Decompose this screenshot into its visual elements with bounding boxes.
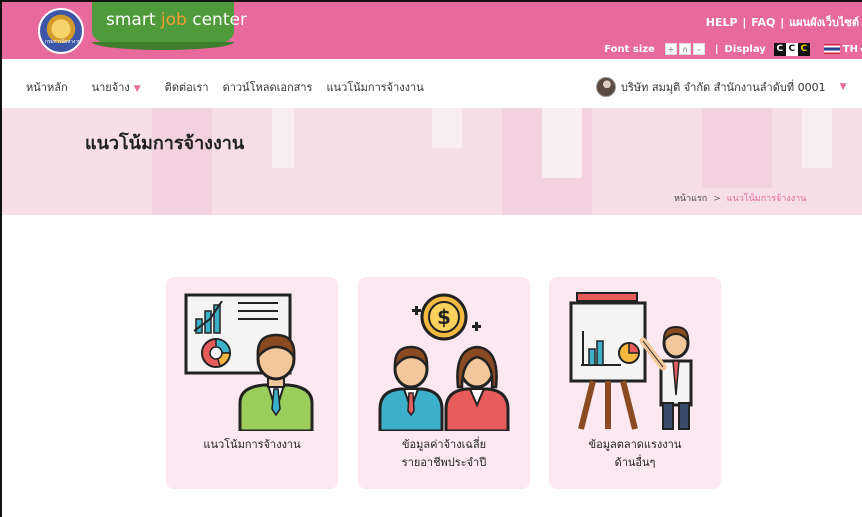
card-average-wage[interactable]: $ ข้อมูลค่าจ้างเฉลี่ย รายอาชีพประจำปี [358,277,530,489]
faq-link[interactable]: FAQ [751,16,775,29]
nav-item-employer-label: นายจ้าง [91,81,130,94]
wage-coin-people-icon: $ [378,293,510,431]
svg-text:$: $ [437,305,451,329]
thai-flag-icon[interactable] [823,44,840,54]
breadcrumb-current: แนวโน้มการจ้างงาน [726,194,807,204]
seal-text: กรมการจัดหางาน [45,39,81,45]
nav-item-trend[interactable]: แนวโน้มการจ้างงาน [326,78,423,96]
font-size-label: Font size [604,43,655,55]
user-name: บริษัท สมมุติ จำกัด สำนักงานลำดับที่ 000… [621,81,826,94]
card-label: แนวโน้มการจ้างงาน [203,438,301,451]
page-title: แนวโน้มการจ้างงาน [85,133,245,154]
top-header: กรมการจัดหางาน smart job center HELP | F… [2,2,862,59]
card-label: ข้อมูลค่าจ้างเฉลี่ย [401,438,487,451]
display-normal-button[interactable]: C [773,42,786,56]
presenter-easel-icon [569,292,693,430]
user-menu[interactable]: บริษัท สมมุติ จำกัด สำนักงานลำดับที่ 000… [596,77,847,97]
main-nav: หน้าหลัก นายจ้าง ▼ ติดต่อเรา ดาวน์โหลดเอก… [2,67,862,107]
brand-logo[interactable]: smart job center [92,2,247,50]
language-selector[interactable]: TH [843,44,858,55]
card-label-line2: ด้านอื่นๆ [614,456,656,469]
card-labor-market[interactable]: ข้อมูลตลาดแรงงาน ด้านอื่นๆ [549,277,721,489]
brand-job: job [160,10,187,30]
brand-prefix: smart [106,10,156,30]
font-size-normal-button[interactable]: ก [678,43,691,55]
help-link[interactable]: HELP [706,16,738,29]
avatar [596,77,616,97]
card-employment-trend[interactable]: แนวโน้มการจ้างงาน [166,277,338,489]
presentation-analyst-icon [184,293,314,431]
font-size-decrease-button[interactable]: - [692,43,705,55]
user-chevron-down-icon: ▼ [839,82,847,92]
display-label: Display [724,43,766,55]
page-banner: แนวโน้มการจ้างงาน หน้าแรก > แนวโน้มการจ้าง… [2,108,862,215]
nav-item-download[interactable]: ดาวน์โหลดเอกสาร [223,78,313,96]
display-contrast-button[interactable]: C [785,42,798,56]
breadcrumb-separator: > [713,194,721,204]
top-links: HELP | FAQ | แผนผังเว็บไซต์ [705,16,859,29]
brand-suffix: center [192,10,247,30]
card-label-line2: รายอาชีพประจำปี [401,456,487,469]
breadcrumb: หน้าแรก > แนวโน้มการจ้างงาน [674,191,806,205]
font-size-increase-button[interactable]: + [664,43,677,55]
nav-item-home[interactable]: หน้าหลัก [26,78,68,96]
card-label: ข้อมูลตลาดแรงงาน [588,438,682,451]
nav-item-contact[interactable]: ติดต่อเรา [165,78,209,96]
accessibility-toolbar: Font size + ก - | Display C C C TH ▾ [604,41,862,57]
sitemap-link[interactable]: แผนผังเว็บไซต์ [789,16,859,29]
nav-item-employer[interactable]: นายจ้าง ▼ [92,78,141,96]
display-dark-button[interactable]: C [797,42,810,56]
department-seal-logo[interactable]: กรมการจัดหางาน [38,8,84,54]
breadcrumb-home[interactable]: หน้าแรก [674,194,707,204]
chevron-down-icon: ▼ [133,84,141,94]
